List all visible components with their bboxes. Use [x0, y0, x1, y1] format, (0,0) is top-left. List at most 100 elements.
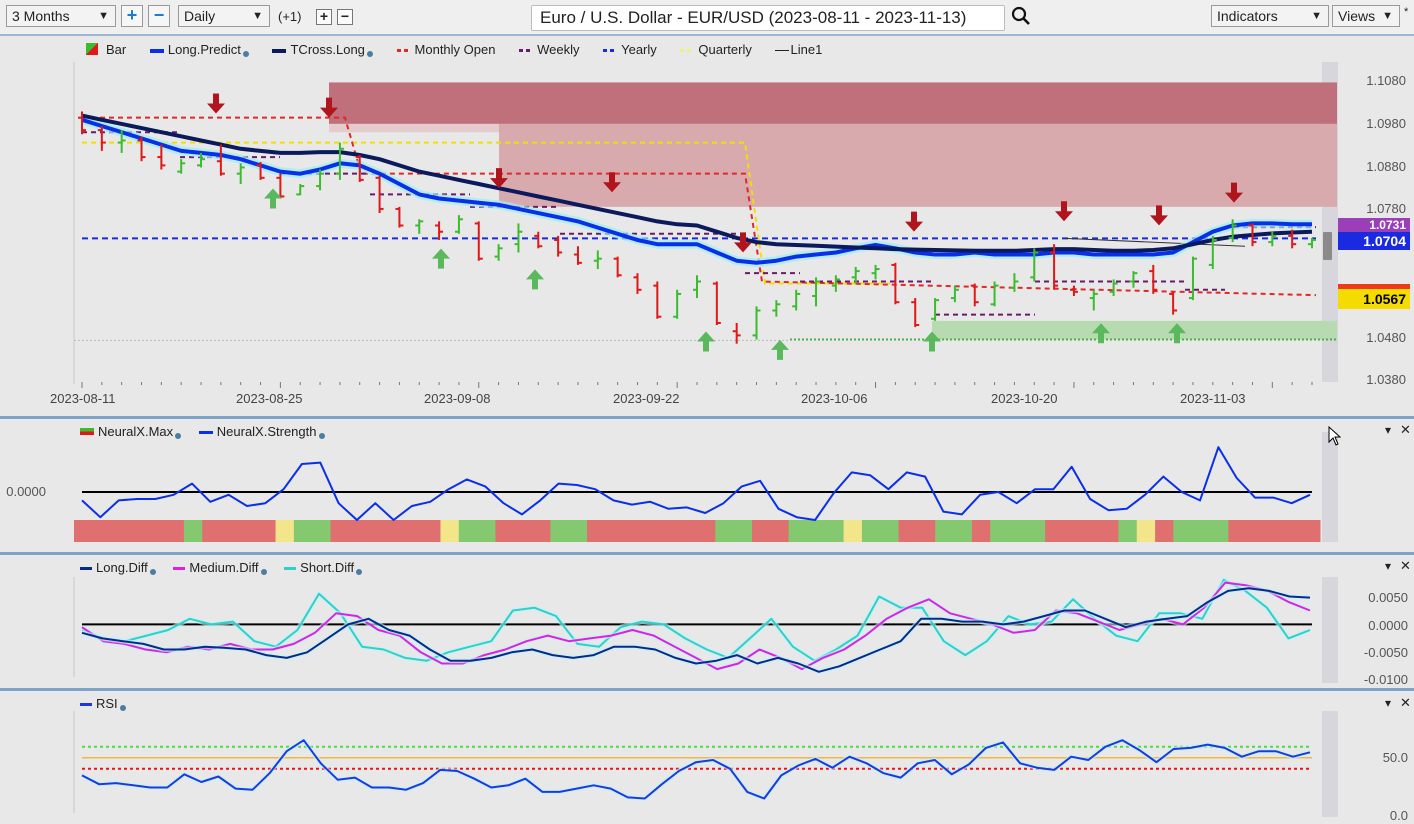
neuralx-max-block: [935, 520, 955, 542]
neuralx-max-block: [770, 520, 790, 542]
y-tick: 1.0480: [1366, 330, 1406, 345]
y-tick: 0.0000: [1368, 618, 1408, 633]
neuralx-max-block: [715, 520, 735, 542]
mouse-cursor-icon: [1328, 426, 1342, 446]
neuralx-max-block: [220, 520, 240, 542]
price-badge-weekly: 1.0731: [1338, 218, 1410, 232]
close-icon[interactable]: ✕: [1400, 695, 1411, 711]
price-badge-monthly: 1.0567: [1338, 289, 1410, 309]
support-zone: [932, 320, 1337, 340]
resistance-zone-strong: [329, 82, 1337, 124]
neuralx-max-block: [477, 520, 496, 542]
neuralx-max-block: [678, 520, 698, 542]
neuralx-max-block: [1136, 520, 1156, 542]
neuralx-max-block: [971, 520, 991, 542]
neuralx-max-block: [587, 520, 606, 542]
price-badge-yearly: 1.0704: [1338, 232, 1410, 250]
neuralx-max-block: [990, 520, 1009, 542]
neuralx-max-block: [1008, 520, 1028, 542]
neuralx-max-block: [898, 520, 918, 542]
neuralx-max-block: [660, 520, 680, 542]
neuralx-max-block: [1173, 520, 1193, 542]
price-panel: Bar Long.Predict TCross.Long Monthly Ope…: [0, 36, 1414, 416]
chevron-down-icon: ▼: [1382, 10, 1393, 22]
neuralx-max-block: [147, 520, 167, 542]
neuralx-max-block: [348, 520, 368, 542]
neuralx-max-block: [74, 520, 93, 542]
neuralx-max-block: [403, 520, 423, 542]
neuralx-max-block: [1118, 520, 1138, 542]
y-tick: -0.0100: [1363, 672, 1408, 687]
collapse-icon[interactable]: ▾: [1385, 559, 1391, 573]
neuralx-max-block: [1283, 520, 1303, 542]
collapse-icon[interactable]: ▾: [1385, 696, 1391, 710]
neuralx-max-block: [697, 520, 716, 542]
indicators-select-value: Indicators: [1217, 8, 1278, 24]
neuralx-max-block: [532, 520, 551, 542]
range-plus-button[interactable]: +: [121, 5, 143, 27]
neuralx-max-block: [1026, 520, 1046, 542]
neuralx-max-block: [312, 520, 332, 542]
y-tick: 50.0: [1382, 750, 1408, 765]
neuralx-max-block: [1081, 520, 1101, 542]
neuralx-max-block: [788, 520, 808, 542]
y-tick: 1.1080: [1366, 73, 1406, 88]
offset-label: (+1): [278, 9, 302, 24]
diff-chart[interactable]: [0, 555, 1414, 688]
resistance-zone-band: [329, 123, 499, 133]
interval-select-value: Daily: [184, 8, 216, 24]
neuralx-max-block: [550, 520, 570, 542]
offset-minus-button[interactable]: −: [337, 9, 353, 25]
chevron-down-icon: ▼: [252, 10, 263, 22]
neuralx-max-block: [458, 520, 478, 542]
neuralx-max-block: [330, 520, 350, 542]
close-icon[interactable]: ✕: [1400, 422, 1411, 438]
neuralx-max-block: [293, 520, 313, 542]
neuralx-max-block: [953, 520, 973, 542]
neuralx-max-block: [1100, 520, 1119, 542]
panel-splitter[interactable]: [0, 416, 1414, 419]
neuralx-strength-line: [81, 446, 1311, 521]
neuralx-max-block: [110, 520, 130, 542]
scrollbar-track: [1322, 577, 1338, 683]
indicators-select[interactable]: Indicators ▼: [1211, 5, 1329, 27]
range-minus-button[interactable]: −: [148, 5, 170, 27]
neuralx-max-block: [806, 520, 826, 542]
y-tick: 1.0380: [1366, 372, 1406, 387]
neuralx-max-block: [183, 520, 203, 542]
x-tick: 2023-08-11: [50, 391, 116, 406]
interval-select[interactable]: Daily ▼: [178, 5, 270, 27]
chart-title-field[interactable]: Euro / U.S. Dollar - EUR/USD (2023-08-11…: [531, 5, 1005, 31]
x-tick: 2023-08-25: [236, 391, 303, 406]
neuralx-max-block: [238, 520, 258, 542]
pin-icon[interactable]: *: [1404, 6, 1408, 18]
neuralx-max-block: [568, 520, 588, 542]
views-select[interactable]: Views ▼: [1332, 5, 1400, 27]
neuralx-max-block: [861, 520, 881, 542]
neuralx-max-block: [513, 520, 533, 542]
range-select-value: 3 Months: [12, 8, 70, 24]
views-select-value: Views: [1338, 8, 1376, 24]
neuralx-chart[interactable]: [0, 420, 1414, 552]
neuralx-max-block: [385, 520, 405, 542]
collapse-icon[interactable]: ▾: [1385, 423, 1391, 437]
close-icon[interactable]: ✕: [1400, 558, 1411, 574]
rsi-panel: RSI 50.0 0.0 ▾ ✕: [0, 691, 1414, 824]
neuralx-max-block: [440, 520, 460, 542]
rsi-chart[interactable]: [0, 691, 1414, 824]
neuralx-max-block: [275, 520, 295, 542]
offset-plus-button[interactable]: +: [316, 9, 332, 25]
range-select[interactable]: 3 Months ▼: [6, 5, 116, 27]
chevron-down-icon: ▼: [1311, 10, 1322, 22]
neuralx-max-block: [1301, 520, 1321, 542]
x-tick: 2023-09-08: [424, 391, 491, 406]
chevron-down-icon: ▼: [98, 10, 109, 22]
x-tick: 2023-09-22: [613, 391, 680, 406]
neuralx-max-block: [642, 520, 661, 542]
price-chart[interactable]: [0, 36, 1414, 416]
neuralx-max-block: [1246, 520, 1266, 542]
neuralx-max-block: [1210, 520, 1229, 542]
neuralx-panel: NeuralX.Max NeuralX.Strength 0.0000 ▾ ✕: [0, 420, 1414, 552]
neuralx-max-block: [880, 520, 900, 542]
search-icon[interactable]: [1010, 5, 1032, 27]
